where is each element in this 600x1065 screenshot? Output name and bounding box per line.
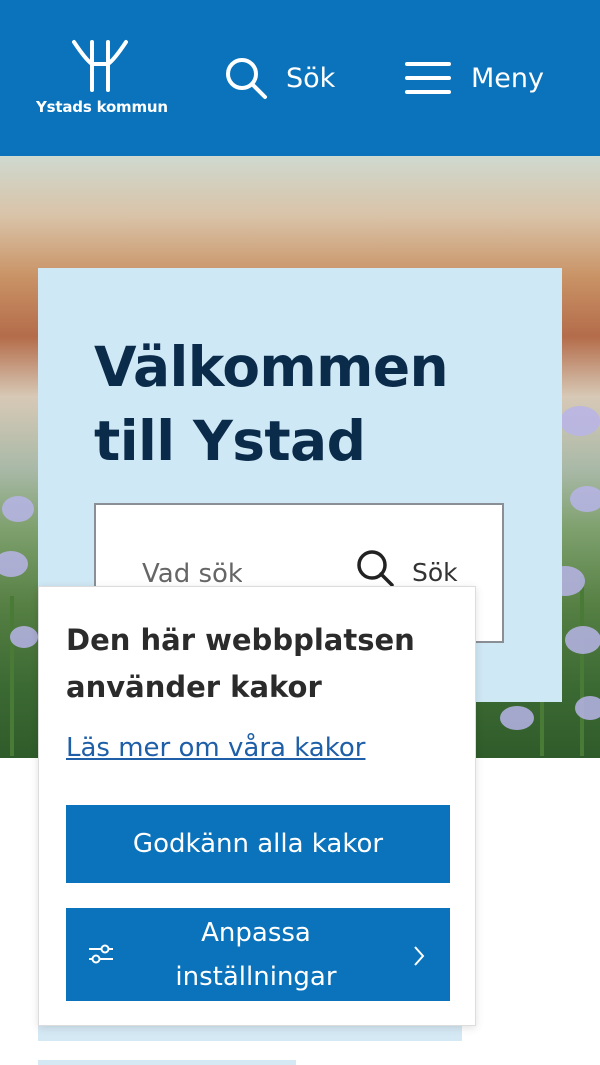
search-icon	[357, 550, 394, 587]
welcome-title-line-2: till Ystad	[94, 409, 366, 473]
search-submit-label: Sök	[412, 557, 458, 587]
welcome-title-line-1: Välkommen	[94, 335, 449, 399]
header-menu-button[interactable]: Meny	[405, 56, 544, 100]
chevron-right-icon	[414, 946, 425, 966]
customize-settings-label: Anpassa inställningar	[175, 917, 337, 992]
hamburger-menu-icon	[405, 62, 451, 94]
header-search-label: Sök	[286, 62, 336, 94]
accept-all-cookies-button[interactable]: Godkänn alla kakor	[66, 805, 450, 883]
cookie-title: Den här webbplatsen använder kakor	[66, 623, 415, 704]
content-block-edge	[38, 1025, 462, 1041]
ystad-emblem-icon	[72, 40, 128, 92]
customize-settings-button[interactable]: Anpassa inställningar	[66, 908, 450, 1001]
cookie-consent-dialog: Den här webbplatsen använder kakor Läs m…	[38, 586, 476, 1026]
read-more-cookies-link[interactable]: Läs mer om våra kakor	[66, 733, 365, 763]
site-header: Ystads kommun Sök Meny	[0, 0, 600, 156]
welcome-title: Välkommen till Ystad	[94, 330, 514, 478]
logo-text: Ystads kommun	[36, 98, 168, 116]
ystad-logo[interactable]: Ystads kommun	[36, 38, 168, 122]
settings-sliders-icon	[89, 944, 113, 964]
header-search-button[interactable]: Sök	[224, 56, 335, 100]
header-menu-label: Meny	[471, 62, 544, 94]
content-block-edge	[38, 1060, 296, 1065]
search-icon	[226, 58, 267, 99]
search-submit-button[interactable]: Sök	[356, 549, 458, 587]
